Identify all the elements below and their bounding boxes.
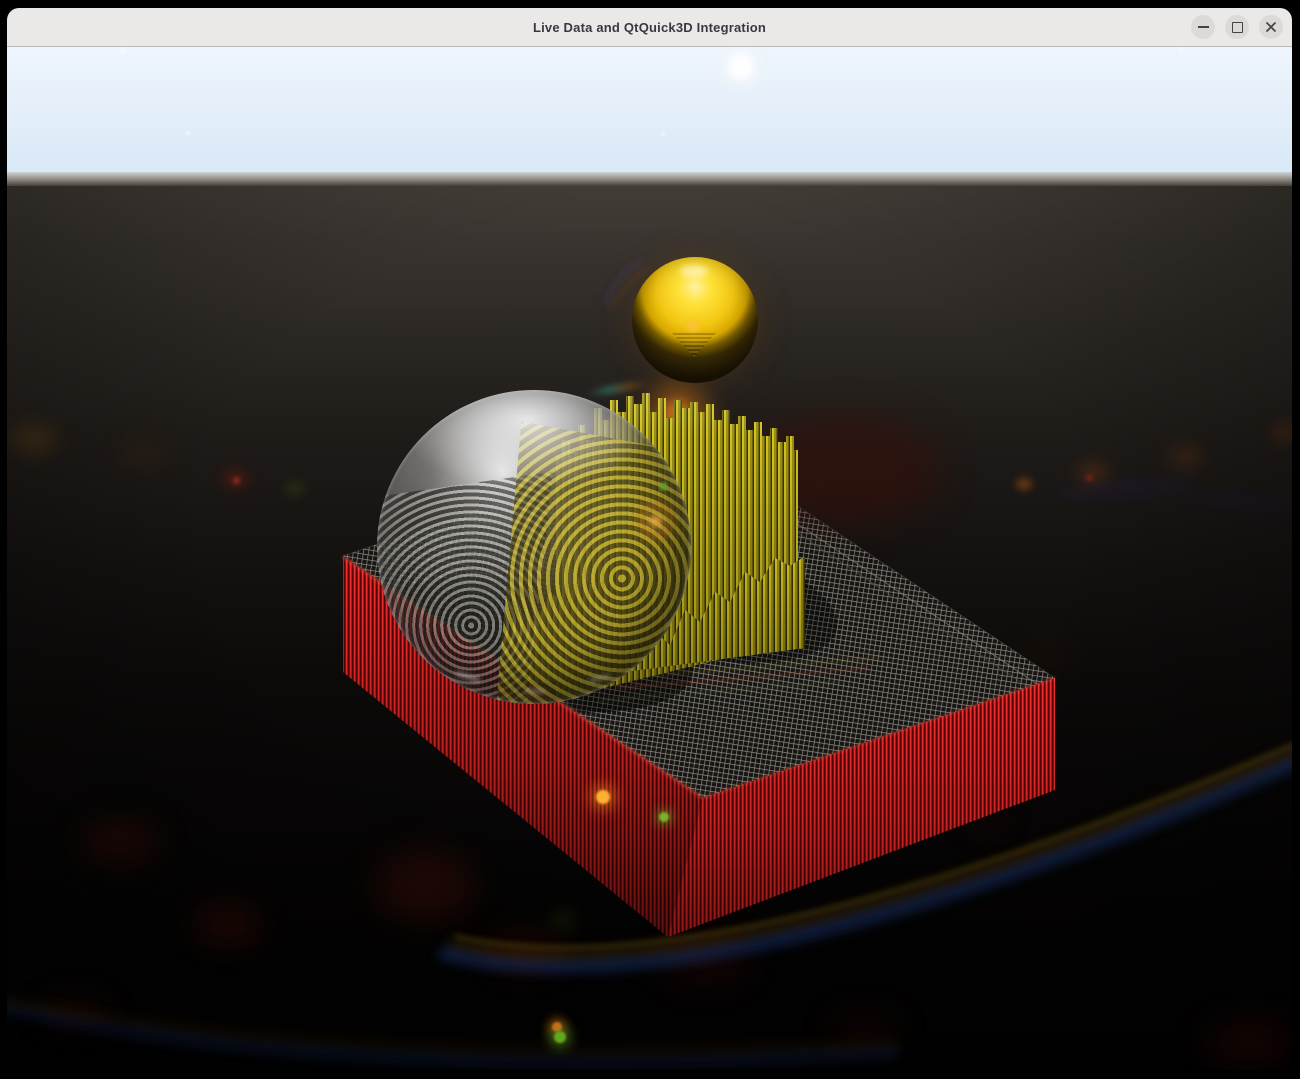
3d-scene	[7, 47, 1292, 1070]
app-window: Live Data and QtQuick3D Integration	[7, 8, 1292, 1070]
minimize-button[interactable]	[1191, 15, 1215, 39]
sparkle-green	[554, 1031, 566, 1043]
sparkle-orange	[596, 790, 610, 804]
gold-graph-reflection	[672, 333, 716, 357]
minimize-icon	[1198, 26, 1209, 28]
window-controls	[1191, 15, 1283, 39]
glass-sphere	[377, 390, 691, 704]
glass-rim	[377, 390, 691, 704]
maximize-icon	[1232, 22, 1243, 33]
gold-specular	[680, 265, 708, 277]
window-title: Live Data and QtQuick3D Integration	[533, 20, 766, 35]
titlebar[interactable]: Live Data and QtQuick3D Integration	[7, 8, 1292, 47]
3d-viewport[interactable]	[7, 47, 1292, 1070]
sparkle-green	[659, 812, 669, 822]
close-icon	[1265, 21, 1277, 33]
gold-sun-reflection	[684, 317, 702, 335]
gold-sphere	[632, 257, 758, 383]
close-button[interactable]	[1259, 15, 1283, 39]
screenshot: Live Data and QtQuick3D Integration	[0, 0, 1300, 1079]
maximize-button[interactable]	[1225, 15, 1249, 39]
